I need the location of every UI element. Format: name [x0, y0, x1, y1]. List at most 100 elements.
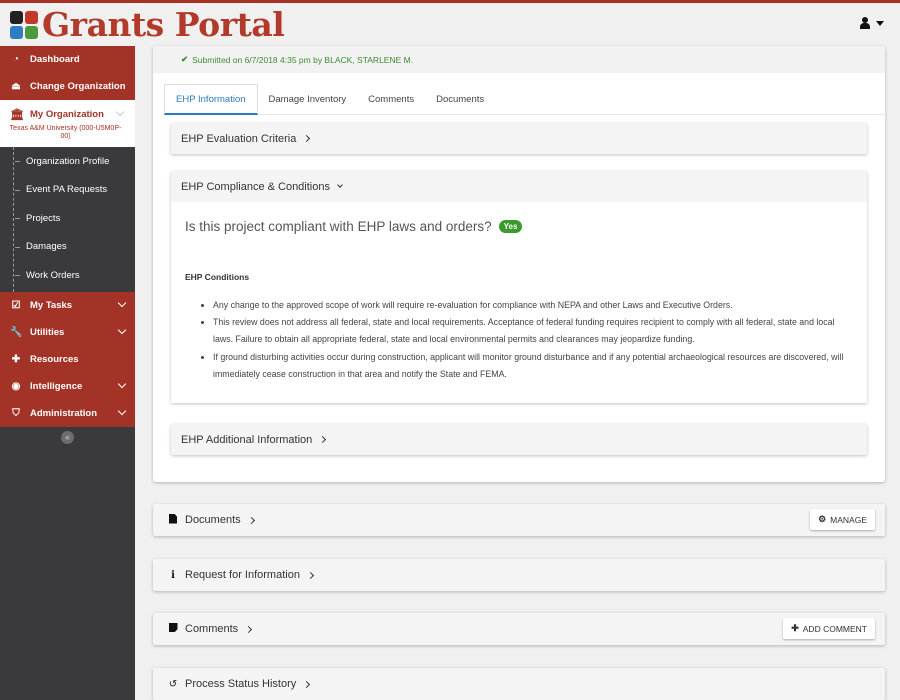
tab-label: Damage Inventory [268, 94, 347, 105]
section-header-history[interactable]: ↺ Process Status History [167, 678, 311, 690]
sidebar-item-damages[interactable]: Damages [0, 233, 135, 262]
sidebar-item-label: Projects [26, 212, 61, 224]
organization-name: Texas A&M University (000-U5M0P-00) [9, 125, 122, 140]
sidebar-item-administration[interactable]: ⛉ Administration [0, 400, 135, 427]
sidebar-item-label: Event PA Requests [26, 184, 108, 196]
chevron-right-icon [303, 680, 311, 688]
compliance-question: Is this project compliant with EHP laws … [185, 219, 853, 234]
eye-icon: ◉ [11, 380, 21, 392]
sidebar-item-label: Change Organization [30, 81, 126, 92]
sidebar-top-group: ◔ Dashboard ⏏ Change Organization [0, 46, 135, 100]
app-logo[interactable]: Grants Portal [10, 5, 285, 44]
sidebar-item-label: Dashboard [30, 54, 80, 65]
tab-label: Comments [368, 94, 415, 105]
sidebar-item-projects[interactable]: Projects [0, 204, 135, 233]
checkbox-icon: ☑ [11, 299, 21, 311]
top-header: Grants Portal [0, 0, 900, 46]
section-title: Request for Information [185, 569, 300, 581]
sidebar-item-label: Resources [30, 353, 79, 365]
wrench-icon: 🔧 [10, 326, 23, 338]
sidebar-item-label: Administration [30, 407, 98, 419]
app-title: Grants Portal [42, 5, 285, 44]
file-icon [167, 513, 179, 527]
user-menu-button[interactable] [860, 17, 884, 29]
collapse-sidebar-button[interactable]: « [61, 431, 74, 444]
submission-status: ✔ Submitted on 6/7/2018 4:35 pm by BLACK… [153, 46, 885, 73]
sidebar-collapse-row: « [0, 427, 135, 449]
panel-header-evaluation[interactable]: EHP Evaluation Criteria [171, 123, 867, 154]
tab-ehp-information[interactable]: EHP Information [164, 84, 258, 115]
chevron-right-icon [319, 435, 327, 444]
conditions-heading: EHP Conditions [185, 272, 250, 282]
sidebar-item-event-pa-requests[interactable]: Event PA Requests [0, 176, 135, 205]
panel-title: EHP Compliance & Conditions [181, 180, 330, 193]
sidebar-item-organization-profile[interactable]: Organization Profile [0, 147, 135, 176]
institution-icon: 🏛 [10, 108, 24, 121]
sticky-note-icon [167, 623, 179, 635]
condition-item: This review does not address all federal… [213, 314, 853, 348]
submission-text: Submitted on 6/7/2018 4:35 pm by BLACK, … [192, 54, 414, 65]
check-icon: ✔ [181, 54, 189, 64]
chevron-down-icon [337, 182, 343, 188]
sidebar-item-intelligence[interactable]: ◉ Intelligence [0, 373, 135, 400]
panel-header-compliance[interactable]: EHP Compliance & Conditions [171, 171, 867, 202]
chevron-right-icon [247, 516, 255, 524]
section-process-status-history: ↺ Process Status History [153, 668, 885, 700]
chevron-down-icon [117, 298, 127, 307]
chevron-right-icon [306, 571, 314, 579]
section-title: Documents [185, 514, 241, 526]
chevron-down-icon [117, 325, 127, 334]
sidebar-item-work-orders[interactable]: Work Orders [0, 261, 135, 290]
sidebar-bottom-group: ☑ My Tasks 🔧 Utilities ✚ Resources ◉ Int… [0, 291, 135, 427]
sidebar-item-my-tasks[interactable]: ☑ My Tasks [0, 292, 135, 319]
sidebar: ◔ Dashboard ⏏ Change Organization 🏛 My O… [0, 46, 135, 700]
chevron-down-icon [117, 379, 127, 388]
section-documents: Documents ⚙ MANAGE [153, 504, 885, 536]
tab-label: EHP Information [176, 93, 246, 105]
tab-damage-inventory[interactable]: Damage Inventory [258, 84, 358, 115]
tab-documents[interactable]: Documents [425, 84, 495, 115]
section-header-rfi[interactable]: i Request for Information [167, 569, 314, 581]
sidebar-item-label: Utilities [30, 326, 65, 338]
conditions-list: Any change to the approved scope of work… [185, 297, 853, 383]
question-text: Is this project compliant with EHP laws … [185, 219, 492, 234]
sidebar-item-label: Intelligence [30, 380, 83, 392]
button-label: MANAGE [830, 514, 867, 525]
ehp-card: ✔ Submitted on 6/7/2018 4:35 pm by BLACK… [153, 46, 886, 482]
panel-title: EHP Evaluation Criteria [181, 132, 297, 145]
section-title: Comments [185, 623, 239, 635]
compliance-answer-badge: Yes [498, 220, 523, 233]
sidebar-item-label: Damages [26, 241, 67, 253]
sidebar-item-label: Organization Profile [26, 155, 110, 167]
sidebar-item-utilities[interactable]: 🔧 Utilities [0, 319, 135, 346]
section-header-documents[interactable]: Documents [167, 513, 255, 527]
tab-label: Documents [436, 94, 485, 105]
tab-comments[interactable]: Comments [357, 84, 425, 115]
main-content: ✔ Submitted on 6/7/2018 4:35 pm by BLACK… [135, 46, 900, 700]
my-organization-subnav: Organization Profile Event PA Requests P… [0, 147, 135, 292]
panel-ehp-compliance: EHP Compliance & Conditions Is this proj… [171, 171, 867, 404]
sidebar-item-change-organization[interactable]: ⏏ Change Organization [0, 73, 135, 100]
sidebar-item-resources[interactable]: ✚ Resources [0, 346, 135, 373]
sidebar-item-label: Work Orders [26, 269, 80, 281]
condition-item: Any change to the approved scope of work… [213, 297, 853, 314]
eject-icon: ⏏ [11, 81, 21, 92]
chevron-down-icon [115, 107, 125, 117]
panel-header-additional[interactable]: EHP Additional Information [171, 424, 867, 455]
manage-documents-button[interactable]: ⚙ MANAGE [810, 509, 875, 530]
sidebar-item-dashboard[interactable]: ◔ Dashboard [0, 46, 135, 73]
button-label: ADD COMMENT [802, 623, 867, 634]
info-icon: i [171, 569, 175, 581]
add-comment-button[interactable]: ✚ ADD COMMENT [783, 618, 875, 639]
sidebar-item-label: My Organization [30, 108, 104, 120]
chevron-down-icon [117, 406, 127, 415]
gear-icon: ⚙ [818, 514, 827, 524]
panel-ehp-additional-information: EHP Additional Information [171, 424, 867, 455]
panel-title: EHP Additional Information [181, 433, 313, 446]
sidebar-item-label: My Tasks [30, 299, 73, 311]
medkit-icon: ✚ [11, 353, 21, 365]
chevron-right-icon [245, 625, 253, 633]
section-comments: Comments ✚ ADD COMMENT [153, 613, 885, 645]
section-header-comments[interactable]: Comments [167, 623, 253, 635]
my-organization-toggle[interactable]: 🏛 My Organization [0, 106, 135, 122]
